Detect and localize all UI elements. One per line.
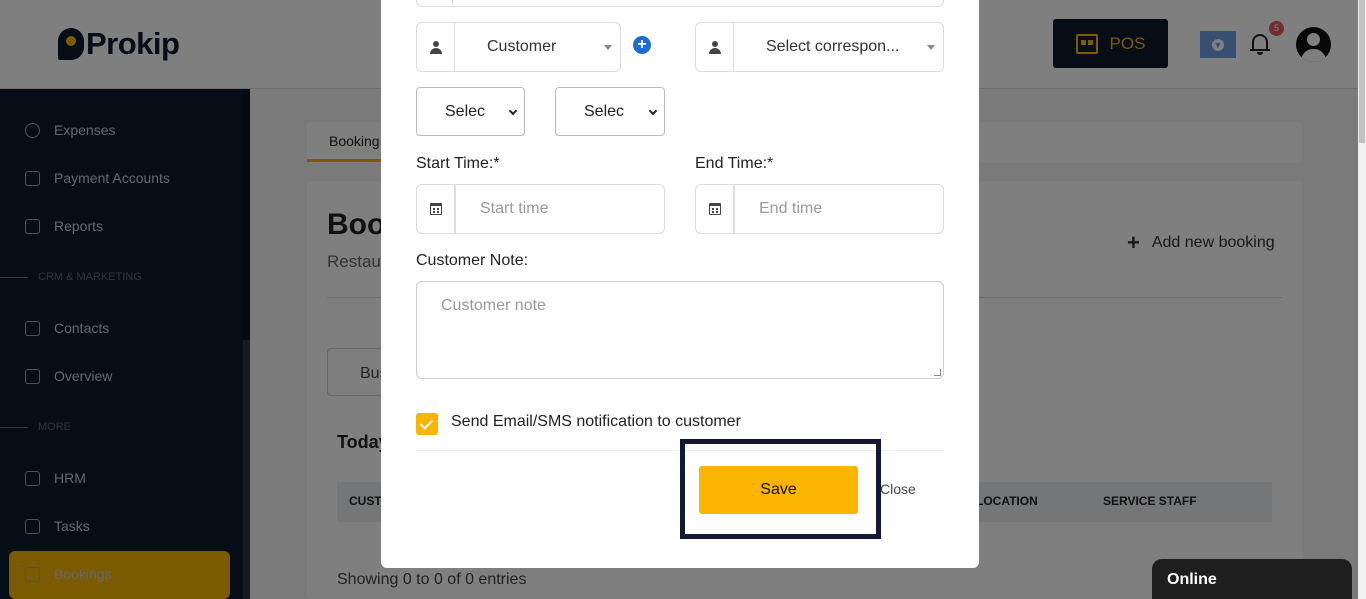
user-icon <box>429 40 442 54</box>
add-customer-plus-icon[interactable]: + <box>633 36 651 54</box>
user-icon <box>708 40 721 54</box>
end-time-label: End Time:* <box>695 155 774 172</box>
notification-checkbox[interactable] <box>416 413 438 435</box>
chevron-down-icon <box>508 106 518 116</box>
close-button[interactable]: Close <box>880 481 916 497</box>
customer-select-value: Customer <box>487 38 557 55</box>
field-addon-separator <box>452 0 453 7</box>
select-1-value: Selec <box>445 102 486 120</box>
select-dropdown-2[interactable]: Selec <box>555 87 665 136</box>
calendar-icon <box>708 203 721 215</box>
customer-note-label: Customer Note: <box>416 252 529 269</box>
end-time-input[interactable]: End time <box>734 184 944 234</box>
chevron-down-icon <box>648 106 658 116</box>
select-2-value: Selec <box>584 102 625 120</box>
start-time-addon <box>416 184 455 234</box>
customer-addon <box>416 22 455 72</box>
previous-field[interactable] <box>416 0 944 7</box>
start-time-label: Start Time:* <box>416 155 500 172</box>
notification-checkbox-label[interactable]: Send Email/SMS notification to customer <box>451 413 741 431</box>
start-time-input[interactable]: Start time <box>455 184 665 234</box>
customer-note-textarea[interactable]: Customer note <box>416 281 944 379</box>
correspondent-select[interactable]: Select correspon... <box>733 22 944 72</box>
correspondent-select-value: Select correspon... <box>766 38 900 55</box>
page-scrollbar-thumb[interactable] <box>1359 0 1365 143</box>
chat-online-widget[interactable]: Online <box>1152 559 1352 599</box>
select-dropdown-1[interactable]: Selec <box>416 87 525 136</box>
correspondent-addon <box>695 22 734 72</box>
end-time-addon <box>695 184 734 234</box>
resize-handle-icon[interactable] <box>934 369 941 376</box>
calendar-icon <box>429 203 442 215</box>
save-button[interactable]: Save <box>699 466 858 514</box>
chevron-down-icon <box>604 45 612 50</box>
chevron-down-icon <box>927 45 935 50</box>
customer-select[interactable]: Customer <box>454 22 621 72</box>
